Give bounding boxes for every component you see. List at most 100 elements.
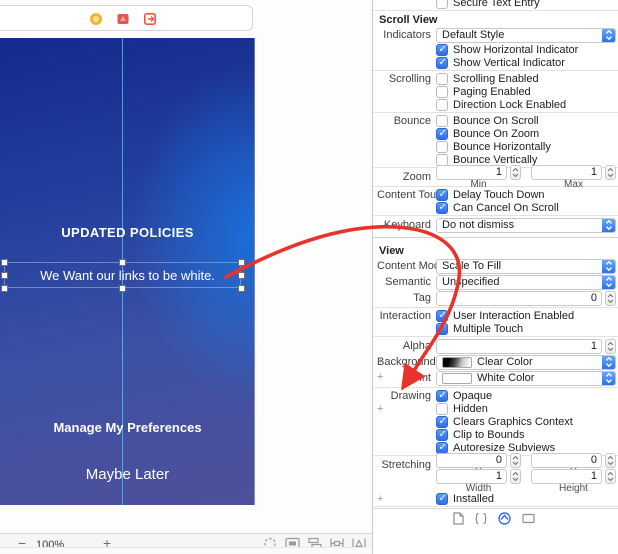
checkbox[interactable] [436,492,448,505]
field-value: 1 [590,470,597,482]
inspector-row: Can Cancel On Scroll [377,201,616,214]
divider [373,307,618,308]
number-field[interactable]: 1 [531,164,602,180]
attributes-inspector: Secure Text Entry Scroll View Indicators De… [372,0,618,554]
number-field[interactable]: 1 [436,468,507,484]
quick-help-icon[interactable] [475,512,487,525]
inspector-row: Drawing Opaque [377,389,616,402]
exit-icon[interactable] [144,13,156,25]
stepper-control[interactable] [605,290,616,306]
inspector-row: Direction Lock Enabled [377,98,616,111]
inspector-row: Semantic Unspecified [377,274,616,290]
row-label: Tag [413,292,431,304]
dropdown-value: Scale To Fill [442,260,502,272]
inspector-row: Secure Text Entry [377,0,616,9]
number-field[interactable]: 0 [531,452,602,468]
checkbox-label: User Interaction Enabled [453,309,575,322]
checkbox[interactable] [436,0,448,9]
section-header: View [379,245,404,257]
dropdown[interactable]: Unspecified [436,274,616,290]
field-value: 1 [590,340,597,352]
inspector-row: + Background Clear Color [377,354,616,370]
row-label: Content Touch [377,188,448,201]
number-field[interactable]: 1 [436,338,602,354]
checkbox[interactable] [436,140,448,153]
selection-handle[interactable] [0,284,8,292]
add-user-defined-attribute-button[interactable]: + [377,355,387,367]
selection-handle[interactable] [0,271,8,279]
checkbox[interactable] [436,72,448,85]
dropdown[interactable]: Default Style [436,27,616,43]
checkbox[interactable] [436,402,448,415]
inspector-row: Indicators Default Style [377,27,616,43]
checkbox[interactable] [436,309,448,322]
dropdown[interactable]: Scale To Fill [436,258,616,274]
number-field[interactable]: 1 [436,164,507,180]
selected-label[interactable]: We Want our links to be white. [0,268,255,283]
maybe-later-label[interactable]: Maybe Later [0,466,255,483]
dropdown-value: Default Style [442,29,505,41]
selection-handle[interactable] [0,258,8,266]
storyboard-editor: UPDATED POLICIES We Want our links to be… [0,0,372,554]
manage-preferences-label[interactable]: Manage My Preferences [0,420,255,435]
checkbox[interactable] [436,127,448,140]
checkbox[interactable] [436,201,448,214]
attributes-inspector-icon[interactable] [498,512,511,525]
inspector-row: Content Touch Delay Touch Down [377,188,616,201]
number-field[interactable]: 0 [436,452,507,468]
add-user-defined-attribute-button[interactable]: + [377,403,387,415]
stepper-control[interactable] [510,468,521,484]
selection-handle[interactable] [237,258,245,266]
chevron-up-down-icon [602,28,615,42]
view-controller-icon[interactable] [90,13,102,25]
row-label: Interaction [379,309,431,322]
size-inspector-icon[interactable] [522,512,535,525]
dropdown-value: Do not dismiss [442,219,515,231]
row-label: Stretching [381,459,431,471]
inspector-row: Bounce Bounce On Scroll [377,114,616,127]
inspector-row: Alpha 1 [377,338,616,354]
checkbox-label: Installed [453,492,494,505]
checkbox[interactable] [436,98,448,111]
checkbox[interactable] [436,85,448,98]
stepper-control[interactable] [605,338,616,354]
checkbox[interactable] [436,322,448,335]
stepper-control[interactable] [605,452,616,468]
updated-policies-label[interactable]: UPDATED POLICIES [0,225,255,240]
dropdown[interactable]: White Color [436,370,616,386]
checkbox-label: Hidden [453,402,488,415]
inspector-row: + Tint White Color [377,370,616,386]
selection-handle[interactable] [237,271,245,279]
checkbox[interactable] [436,114,448,127]
field-value: 0 [590,454,597,466]
stepper-control[interactable] [605,164,616,180]
checkbox[interactable] [436,43,448,56]
stepper-control[interactable] [510,452,521,468]
checkbox[interactable] [436,428,448,441]
file-inspector-icon[interactable] [453,512,464,525]
scroll-view-canvas[interactable]: UPDATED POLICIES We Want our links to be… [0,38,255,505]
dropdown[interactable]: Clear Color [436,354,616,370]
dropdown[interactable]: Do not dismiss [436,217,616,233]
checkbox[interactable] [436,188,448,201]
selection-handle[interactable] [119,258,126,266]
add-user-defined-attribute-button[interactable]: + [377,493,387,505]
color-well[interactable] [442,356,472,368]
stepper-control[interactable] [605,468,616,484]
inspector-row: 1 1 Width Height [377,468,616,493]
stepper-control[interactable] [510,164,521,180]
color-well[interactable] [442,372,472,384]
divider [373,112,618,113]
selection-handle[interactable] [119,284,126,292]
checkbox[interactable] [436,56,448,69]
add-user-defined-attribute-button[interactable]: + [377,371,387,383]
scene-dock [0,5,253,31]
number-field[interactable]: 1 [531,468,602,484]
checkbox[interactable] [436,389,448,402]
dropdown-value: Unspecified [442,276,500,288]
inspector-row: Show Vertical Indicator [377,56,616,69]
first-responder-icon[interactable] [117,13,129,25]
number-field[interactable]: 0 [436,290,602,306]
checkbox[interactable] [436,415,448,428]
selection-handle[interactable] [237,284,245,292]
